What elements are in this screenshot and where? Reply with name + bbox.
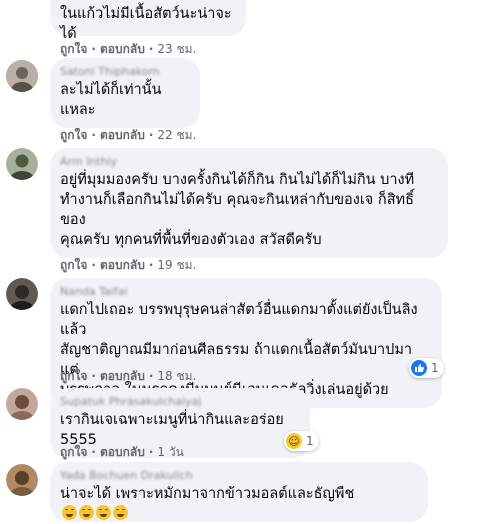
- separator: ·: [148, 258, 154, 272]
- reaction-badge[interactable]: 1: [409, 358, 444, 378]
- comment-author[interactable]: Satoni Thiphakorn: [60, 65, 188, 78]
- separator: ·: [148, 42, 154, 56]
- like-link[interactable]: ถูกใจ: [60, 40, 87, 59]
- like-link[interactable]: ถูกใจ: [60, 367, 87, 386]
- avatar-image: [6, 388, 38, 420]
- separator: ·: [91, 258, 96, 272]
- separator: ·: [148, 369, 154, 383]
- reply-link[interactable]: ตอบกลับ: [100, 443, 145, 462]
- reply-link[interactable]: ตอบกลับ: [100, 126, 145, 145]
- avatar-image: [6, 278, 38, 310]
- grinning-face-icon: [62, 505, 77, 520]
- like-icon: [411, 360, 427, 376]
- comment-author[interactable]: Arm Inthiy: [60, 155, 436, 168]
- comment-timestamp[interactable]: 23 ชม.: [157, 40, 196, 59]
- comment-bubble: Arm Inthiy อยู่ที่มุมมองครับ บางครั้งกิน…: [50, 148, 448, 258]
- comment-timestamp[interactable]: 1 วัน: [157, 443, 183, 462]
- comment-text: ในแก้วไม่มีเนื้อสัตว์นะน่าจะได้: [60, 6, 232, 42]
- avatar-image: [6, 60, 38, 92]
- comment-timestamp[interactable]: 19 ชม.: [157, 256, 196, 275]
- avatar-image: [6, 148, 38, 180]
- separator: ·: [91, 42, 96, 56]
- comment-text: ละไม่ได้ก็เท่านั้นแหละ: [60, 82, 162, 118]
- like-link[interactable]: ถูกใจ: [60, 443, 87, 462]
- avatar[interactable]: [6, 464, 38, 496]
- comment-author[interactable]: Nanda Taifai: [60, 285, 430, 298]
- comment-actions: ถูกใจ · ตอบกลับ · 18 ชม.: [60, 367, 196, 386]
- comment-text-body: น่าจะได้ เพราะหมักมาจากข้าวมอลต์และธัญพื…: [60, 486, 355, 502]
- comment-author[interactable]: Yada Bochuen Drakulich: [60, 469, 416, 482]
- separator: ·: [91, 445, 96, 459]
- comment-text: น่าจะได้ เพราะหมักมาจากข้าวมอลต์และธัญพื…: [60, 484, 416, 524]
- grinning-face-icon: [96, 505, 111, 520]
- separator: ·: [91, 369, 96, 383]
- reaction-count: 1: [306, 434, 314, 448]
- comment-actions: ถูกใจ · ตอบกลับ · 23 ชม.: [60, 40, 196, 59]
- reply-link[interactable]: ตอบกลับ: [100, 256, 145, 275]
- comment-text: อยู่ที่มุมมองครับ บางครั้งกินได้ก็กิน กิ…: [60, 172, 415, 248]
- comment-timestamp[interactable]: 18 ชม.: [157, 367, 196, 386]
- avatar[interactable]: [6, 148, 38, 180]
- comment-author[interactable]: Supatuk Phrasakulchaiyaj: [60, 395, 298, 408]
- comment-bubble: Yada Bochuen Drakulich น่าจะได้ เพราะหมั…: [50, 462, 428, 522]
- comment-actions: ถูกใจ · ตอบกลับ · 19 ชม.: [60, 256, 196, 275]
- haha-icon: ☺: [286, 433, 302, 449]
- separator: ·: [148, 445, 154, 459]
- reply-link[interactable]: ตอบกลับ: [100, 40, 145, 59]
- comment-bubble: ในแก้วไม่มีเนื้อสัตว์นะน่าจะได้: [50, 0, 246, 42]
- avatar-image: [6, 464, 38, 496]
- reaction-count: 1: [431, 361, 439, 375]
- grinning-face-icon: [113, 505, 128, 520]
- comment-actions: ถูกใจ · ตอบกลับ · 22 ชม.: [60, 126, 196, 145]
- comment-bubble: Satoni Thiphakorn ละไม่ได้ก็เท่านั้นแหละ: [50, 58, 200, 128]
- avatar[interactable]: [6, 278, 38, 310]
- like-link[interactable]: ถูกใจ: [60, 256, 87, 275]
- reply-link[interactable]: ตอบกลับ: [100, 367, 145, 386]
- separator: ·: [148, 128, 154, 142]
- grinning-face-icon: [79, 505, 94, 520]
- reaction-badge[interactable]: ☺ 1: [284, 431, 319, 451]
- avatar[interactable]: [6, 388, 38, 420]
- separator: ·: [91, 128, 96, 142]
- like-link[interactable]: ถูกใจ: [60, 126, 87, 145]
- comment-actions: ถูกใจ · ตอบกลับ · 1 วัน: [60, 443, 184, 462]
- comment-timestamp[interactable]: 22 ชม.: [157, 126, 196, 145]
- avatar[interactable]: [6, 60, 38, 92]
